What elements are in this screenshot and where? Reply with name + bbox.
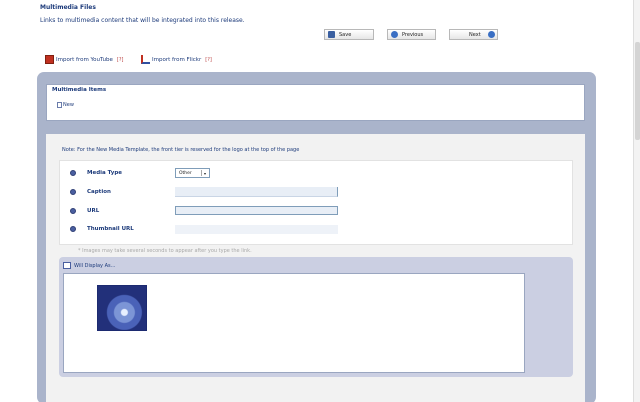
multimedia-items-title: Multimedia Items xyxy=(52,87,107,93)
save-label: Save xyxy=(339,31,352,38)
help-mark[interactable]: [?] xyxy=(205,57,212,63)
help-mark[interactable]: [?] xyxy=(117,57,124,63)
bullet-icon xyxy=(70,170,76,176)
url-input[interactable] xyxy=(175,206,338,215)
multimedia-items-box xyxy=(46,84,585,121)
save-button[interactable]: Save xyxy=(324,29,374,40)
media-type-label: Media Type xyxy=(87,170,123,176)
media-type-value: Other xyxy=(179,170,192,176)
bullet-icon xyxy=(70,189,76,195)
previous-button[interactable]: Previous xyxy=(387,29,436,40)
preview-heading: Will Display As... xyxy=(63,262,115,269)
page-description: Links to multimedia content that will be… xyxy=(40,17,245,24)
preview-icon xyxy=(63,262,71,269)
youtube-icon xyxy=(45,55,54,64)
import-youtube-link[interactable]: Import from YouTube [?] xyxy=(45,55,123,64)
import-youtube-label: Import from YouTube xyxy=(56,56,113,63)
thumbnail-url-label: Thumbnail URL xyxy=(87,226,134,232)
new-item-label: New xyxy=(63,102,74,108)
bullet-icon xyxy=(70,226,76,232)
new-item-link[interactable]: New xyxy=(57,102,74,108)
chevron-down-icon[interactable]: ▾ xyxy=(201,170,208,176)
caption-label: Caption xyxy=(87,189,111,195)
media-type-select[interactable]: Other ▾ xyxy=(175,168,210,178)
url-label: URL xyxy=(87,208,100,214)
preview-heading-label: Will Display As... xyxy=(74,262,116,269)
vertical-scrollbar[interactable] xyxy=(633,0,640,402)
caption-input[interactable] xyxy=(175,187,338,197)
next-arrow-icon xyxy=(487,31,495,38)
previous-arrow-icon xyxy=(391,31,398,38)
template-note: Note: For the New Media Template, the fr… xyxy=(62,147,300,153)
scrollbar-thumb[interactable] xyxy=(635,42,640,140)
thumbnail-url-input[interactable] xyxy=(175,225,338,234)
import-flickr-link[interactable]: Import from Flickr [?] xyxy=(141,55,212,64)
new-document-icon xyxy=(57,102,62,108)
flickr-icon xyxy=(141,55,150,64)
bullet-icon xyxy=(70,208,76,214)
next-label: Next xyxy=(469,31,481,38)
disc-thumbnail-image xyxy=(97,285,147,331)
next-button[interactable]: Next xyxy=(449,29,498,40)
import-flickr-label: Import from Flickr xyxy=(152,56,202,63)
image-load-hint: * Images may take several seconds to app… xyxy=(78,248,252,254)
previous-label: Previous xyxy=(402,31,424,38)
page-title: Multimedia Files xyxy=(40,4,96,11)
save-icon xyxy=(328,31,335,38)
